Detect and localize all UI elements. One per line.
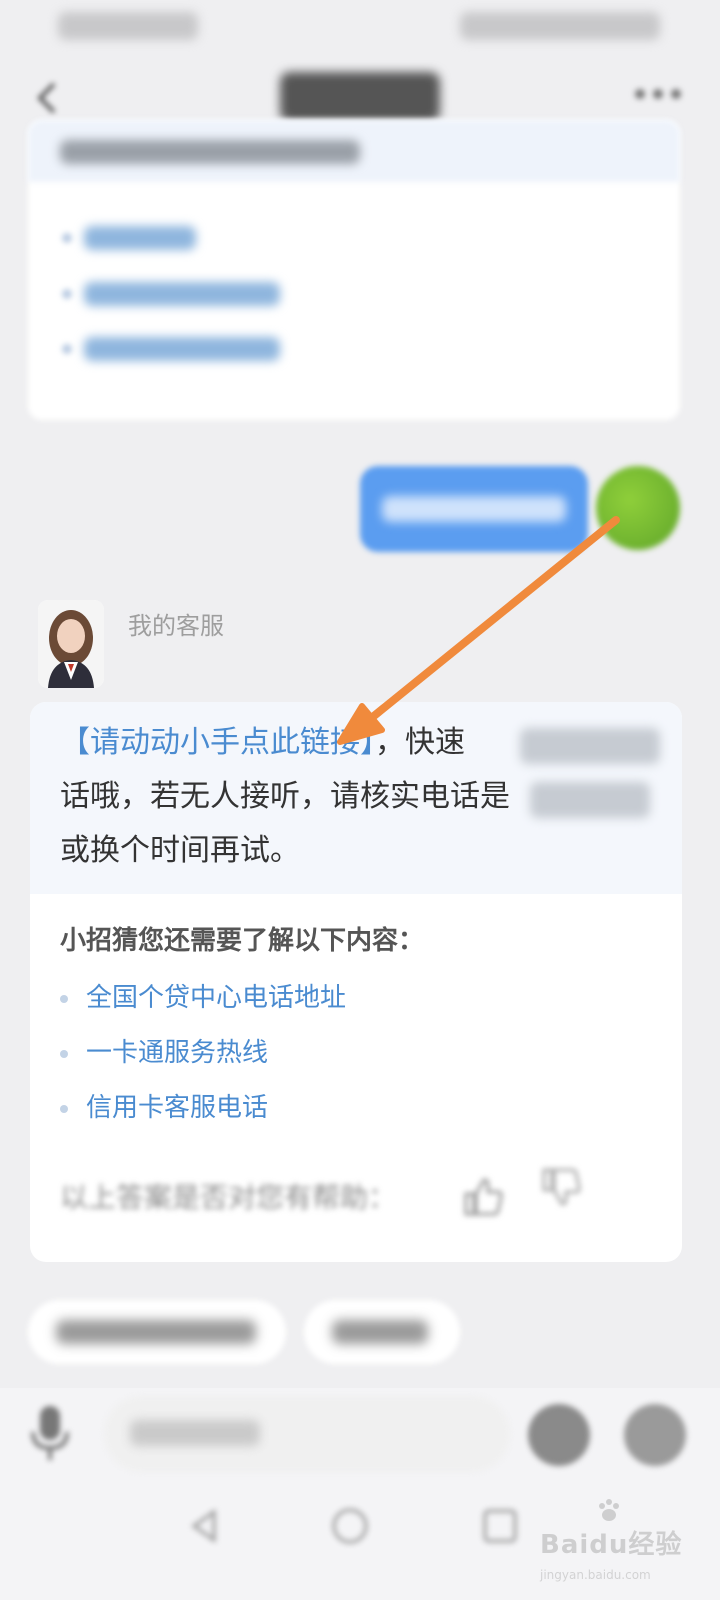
nav-recent-apps-icon[interactable] <box>480 1506 520 1546</box>
previous-link-2[interactable] <box>84 282 280 306</box>
more-icon[interactable] <box>632 82 684 106</box>
baidu-watermark: Baidu经验 jingyan.baidu.com <box>540 1498 710 1594</box>
status-icons-left <box>58 12 198 40</box>
nav-home-icon[interactable] <box>330 1506 370 1546</box>
quick-reply-chip[interactable] <box>28 1300 286 1364</box>
nav-back-icon[interactable] <box>186 1508 222 1544</box>
reply-line-3: 或换个时间再试。 <box>60 833 300 868</box>
previous-link-3[interactable] <box>84 337 280 361</box>
suggestion-item[interactable]: 全国个贷中心电话地址 <box>60 977 346 1014</box>
feedback-question: 以上答案是否对您有帮助： <box>60 1181 397 1214</box>
status-bar <box>0 0 720 52</box>
back-icon[interactable] <box>28 78 68 118</box>
watermark-brand: Baidu经验 <box>540 1530 683 1560</box>
thumbs-down-icon[interactable] <box>538 1164 586 1212</box>
suggestions-heading: 小招猜您还需要了解以下内容： <box>60 926 425 956</box>
suggestion-label: 信用卡客服电话 <box>86 1093 269 1123</box>
reply-text-after-link: ，快速 <box>375 725 465 760</box>
list-bullet <box>62 344 72 354</box>
blurred-text <box>520 728 660 764</box>
suggestion-label: 一卡通服务热线 <box>86 1038 269 1068</box>
user-avatar[interactable] <box>596 466 680 550</box>
suggestion-item[interactable]: 一卡通服务热线 <box>60 1032 268 1069</box>
list-bullet <box>62 289 72 299</box>
paw-icon <box>599 1499 619 1521</box>
suggestion-label: 全国个贷中心电话地址 <box>86 983 347 1013</box>
status-icons-right <box>460 12 660 40</box>
bullet-icon <box>60 1104 68 1113</box>
page-title <box>280 72 440 122</box>
agent-avatar[interactable] <box>38 600 104 688</box>
agent-name: 我的客服 <box>128 612 224 640</box>
bullet-icon <box>60 994 68 1003</box>
chip-label <box>332 1320 428 1344</box>
thumbs-up-icon[interactable] <box>460 1172 508 1220</box>
suggestion-item[interactable]: 信用卡客服电话 <box>60 1087 268 1124</box>
previous-link-1[interactable] <box>84 226 196 250</box>
plus-icon[interactable] <box>624 1404 686 1466</box>
watermark-url: jingyan.baidu.com <box>540 1568 651 1582</box>
user-message-text <box>382 496 566 522</box>
quick-reply-chip[interactable] <box>304 1300 460 1364</box>
bullet-icon <box>60 1049 68 1058</box>
message-input-placeholder <box>130 1420 260 1446</box>
list-bullet <box>62 233 72 243</box>
blurred-text <box>530 782 650 818</box>
reply-link[interactable]: 【请动动小手点此链接】 <box>60 725 375 760</box>
microphone-icon[interactable] <box>30 1404 70 1462</box>
chip-label <box>56 1320 256 1344</box>
emoji-icon[interactable] <box>528 1404 590 1466</box>
previous-message-text <box>60 140 360 164</box>
